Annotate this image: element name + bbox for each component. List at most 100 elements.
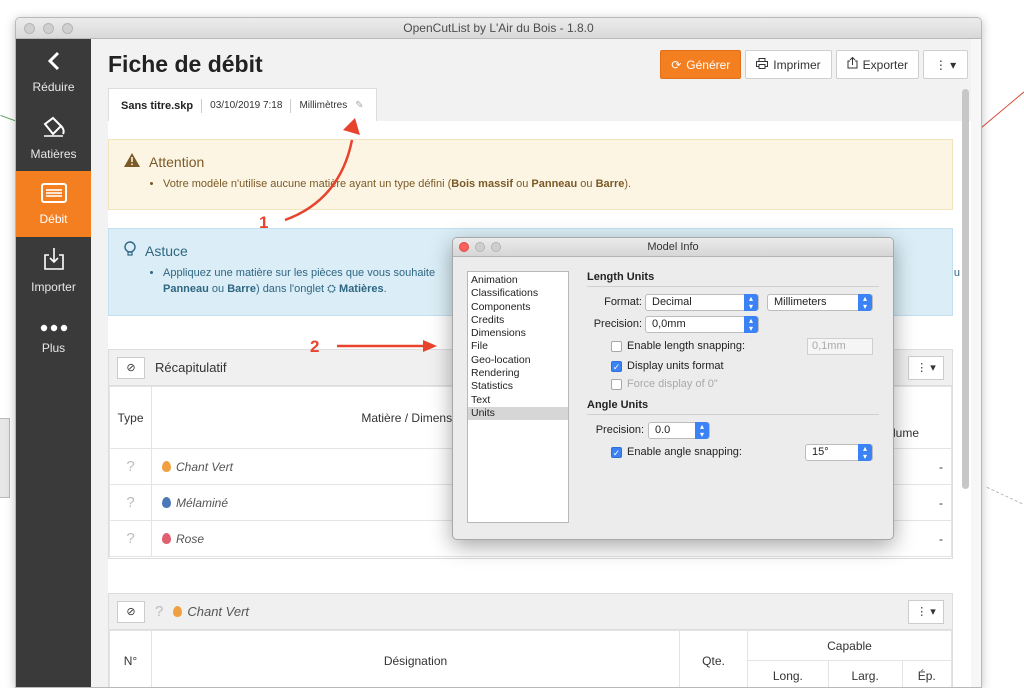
more-options-button[interactable]: ⋮ ▾: [923, 50, 968, 79]
tip-text-part: ) dans l'onglet: [255, 283, 328, 295]
length-units-heading: Length Units: [587, 271, 879, 287]
close-dialog-button[interactable]: [459, 242, 469, 252]
list-item[interactable]: Text: [468, 394, 568, 407]
window-controls: [24, 23, 73, 34]
list-item[interactable]: Statistics: [468, 380, 568, 393]
angle-snap-checkbox[interactable]: ✓ Enable angle snapping:: [611, 446, 742, 458]
dialog-title: Model Info: [647, 241, 699, 253]
category-list: Animation Classifications Components Cre…: [467, 271, 569, 523]
pencil-icon[interactable]: ✎: [355, 100, 363, 111]
precision-row: Precision: 0,0mm ▴ ▾: [587, 313, 879, 335]
force-display-checkbox: Force display of 0": [611, 378, 718, 390]
tip-title: Astuce: [145, 242, 188, 259]
vertical-scrollbar[interactable]: [962, 89, 969, 489]
format-select[interactable]: Decimal ▴ ▾: [645, 293, 759, 311]
angle-precision-label: Precision:: [595, 424, 644, 436]
print-button[interactable]: Imprimer: [745, 50, 832, 79]
column-header-capable: Capable: [747, 630, 952, 661]
sidebar-item-debit[interactable]: Débit: [16, 171, 91, 237]
hide-toggle-button[interactable]: ⊘: [117, 600, 145, 623]
chevron-left-icon: [47, 51, 61, 74]
column-header-designation: Désignation: [151, 630, 680, 687]
print-label: Imprimer: [773, 57, 821, 72]
group-table: N° Désignation Qte. Capable Long. Larg. …: [109, 630, 953, 687]
list-item[interactable]: File: [468, 340, 568, 353]
material-drop-icon: [162, 496, 171, 508]
warning-list: Votre modèle n'utilise aucune matière ay…: [163, 176, 938, 192]
sidebar-item-matieres[interactable]: Matières: [16, 105, 91, 171]
more-dots-icon: [40, 317, 68, 335]
generate-label: Générer: [686, 57, 731, 72]
annotation-label-1: 1: [259, 213, 269, 232]
export-icon: [847, 56, 858, 72]
unit-select[interactable]: Millimeters ▴ ▾: [767, 293, 873, 311]
sidebar-item-importer[interactable]: Importer: [16, 237, 91, 303]
length-snap-checkbox[interactable]: Enable length snapping:: [611, 340, 745, 352]
minimize-window-button[interactable]: [43, 23, 54, 34]
warning-text-part: Votre modèle n'utilise aucune matière ay…: [163, 178, 452, 190]
warning-triangle-icon: [123, 152, 141, 171]
tip-text-part: Appliquez une matière sur les pièces que…: [163, 267, 436, 279]
display-format-row: ✓ Display units format: [587, 357, 879, 375]
list-item[interactable]: Classifications: [468, 287, 568, 300]
model-info-dialog: Model Info Animation Classifications Com…: [452, 237, 894, 540]
material-name: Mélaminé: [176, 495, 229, 510]
length-snap-field[interactable]: 0,1mm: [807, 337, 873, 355]
list-item[interactable]: Animation: [468, 274, 568, 287]
display-units-label: Display units format: [627, 360, 724, 372]
unknown-type-icon: ?: [155, 603, 164, 620]
page-title: Fiche de débit: [108, 51, 263, 77]
display-units-checkbox[interactable]: ✓ Display units format: [611, 360, 724, 372]
angle-precision-select[interactable]: 0.0 ▴ ▾: [648, 421, 710, 439]
sidebar-item-plus[interactable]: Plus: [16, 303, 91, 369]
angle-snap-label: Enable angle snapping:: [627, 446, 742, 458]
separator: [290, 98, 292, 113]
column-header-qty: Qte.: [679, 630, 748, 687]
sidebar-item-label: Réduire: [32, 79, 75, 94]
column-header-num: N°: [109, 630, 152, 687]
material-drop-icon: [162, 532, 171, 544]
window-titlebar: OpenCutList by L'Air du Bois - 1.8.0: [16, 18, 981, 39]
kebab-icon: ⋮ ▾: [916, 362, 936, 374]
angle-snap-row: ✓ Enable angle snapping: 15° ▴ ▾: [587, 441, 879, 463]
group-options-button[interactable]: ⋮ ▾: [908, 599, 944, 624]
sidebar-item-label: Importer: [31, 279, 76, 294]
type-cell: ?: [109, 448, 152, 485]
warning-heading: Attention: [123, 152, 938, 171]
force-display-label: Force display of 0": [627, 378, 718, 390]
list-item[interactable]: Components: [468, 301, 568, 314]
sidebar-item-reduire[interactable]: Réduire: [16, 39, 91, 105]
column-header-ep: Ép.: [901, 660, 953, 687]
angle-snap-select[interactable]: 15° ▴ ▾: [805, 443, 873, 461]
list-item[interactable]: Geo-location: [468, 354, 568, 367]
annotation-label-2: 2: [310, 337, 320, 356]
tip-text-bold[interactable]: Matières: [339, 283, 384, 295]
eye-slash-icon: ⊘: [126, 606, 136, 618]
zoom-window-button[interactable]: [62, 23, 73, 34]
format-value: Decimal: [652, 295, 692, 308]
file-date: 03/10/2019 7:18: [210, 100, 283, 111]
export-button[interactable]: Exporter: [835, 50, 919, 79]
list-item[interactable]: Credits: [468, 314, 568, 327]
summary-options-button[interactable]: ⋮ ▾: [908, 355, 944, 380]
list-item[interactable]: Dimensions: [468, 327, 568, 340]
group-title: Chant Vert: [187, 604, 250, 619]
minimize-dialog-button[interactable]: [475, 242, 485, 252]
warning-text: Votre modèle n'utilise aucune matière ay…: [163, 176, 938, 192]
checkbox-box: [611, 340, 622, 352]
close-window-button[interactable]: [24, 23, 35, 34]
length-snap-label: Enable length snapping:: [627, 340, 746, 352]
file-tab[interactable]: Sans titre.skp 03/10/2019 7:18 Millimètr…: [108, 88, 377, 122]
generate-button[interactable]: ⟳ Générer: [660, 50, 742, 79]
length-precision-select[interactable]: 0,0mm ▴ ▾: [645, 315, 759, 333]
file-unit: Millimètres: [299, 100, 348, 111]
list-item-selected[interactable]: Units: [468, 406, 568, 421]
kebab-icon: ⋮ ▾: [916, 606, 936, 618]
zoom-dialog-button[interactable]: [491, 242, 501, 252]
precision-value: 0,0mm: [652, 317, 686, 330]
list-item[interactable]: Rendering: [468, 367, 568, 380]
window-title: OpenCutList by L'Air du Bois - 1.8.0: [403, 21, 594, 35]
hide-toggle-button[interactable]: ⊘: [117, 356, 145, 379]
sidebar-item-label: Débit: [39, 211, 68, 226]
length-snap-row: Enable length snapping: 0,1mm: [587, 335, 879, 357]
